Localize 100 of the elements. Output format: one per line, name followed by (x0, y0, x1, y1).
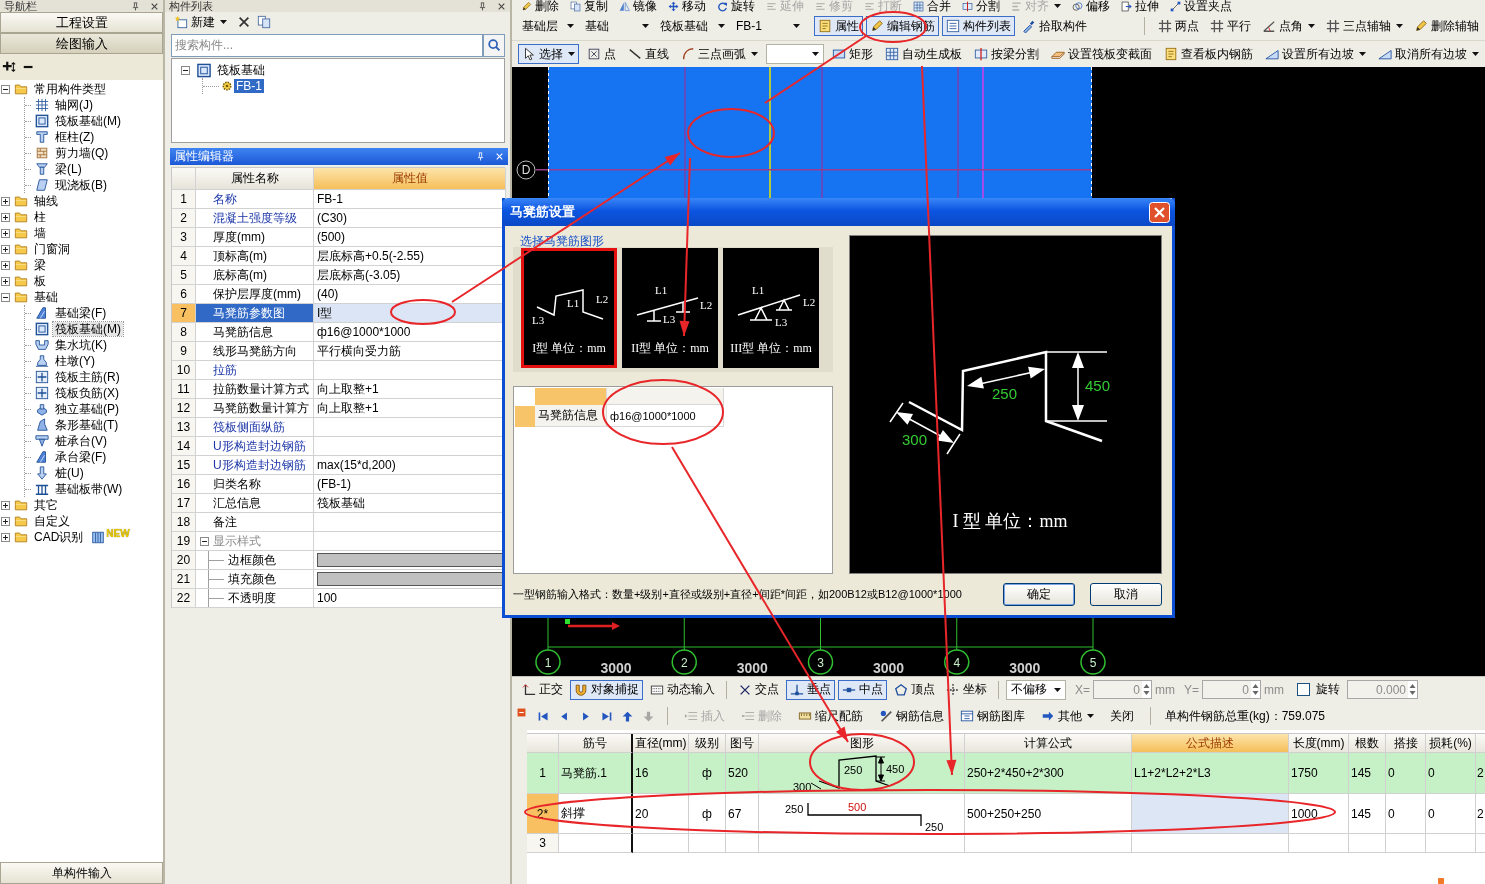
toolbar-button[interactable]: 删除辅轴 (1410, 16, 1483, 36)
toolbar-button[interactable]: 其他 (1037, 706, 1098, 726)
tree-item[interactable]: 门窗洞 (32, 242, 72, 256)
square-icon[interactable] (517, 708, 526, 717)
minus-box-icon[interactable] (200, 536, 209, 546)
tree-item[interactable]: 筏板主筋(R) (53, 370, 122, 384)
toolbar-button[interactable]: 对象捕捉 (570, 679, 643, 700)
color-swatch[interactable] (317, 572, 504, 586)
plus-box-icon[interactable] (1, 500, 10, 510)
column-header[interactable]: 直径(mm) (633, 734, 689, 753)
toolbar-button[interactable]: 中点 (838, 679, 887, 700)
shape-option[interactable]: L1 L2 L3 II型 单位：mm (622, 248, 718, 368)
toolbar-button[interactable]: 坐标 (942, 679, 991, 700)
column-header[interactable]: 级别 (689, 734, 726, 753)
tree-item[interactable]: 柱 (32, 210, 48, 224)
toolbar-button[interactable]: 取消所有边坡 (1374, 44, 1483, 64)
tree-item[interactable]: 现浇板(B) (53, 178, 109, 192)
toolbar-button[interactable]: 三点画弧 (677, 44, 762, 64)
tree-item[interactable]: 基础 (32, 290, 60, 304)
column-header[interactable]: 长度(mm) (1289, 734, 1349, 753)
toolbar-button[interactable]: 直线 (624, 44, 673, 64)
tree-item[interactable]: 筏板基础(M) (53, 322, 123, 336)
toolbar-button[interactable]: 选择 (518, 44, 579, 64)
column-header[interactable]: 属性名称 (196, 168, 314, 190)
toolbar-button[interactable]: 矩形 (828, 44, 877, 64)
tree-item[interactable]: 墙 (32, 226, 48, 240)
dialog-button[interactable]: 取消 (1090, 583, 1162, 606)
toolbar-button[interactable]: 设置夹点 (1168, 0, 1234, 12)
tree-item[interactable]: 梁(L) (53, 162, 84, 176)
toolbar-button[interactable]: 正交 (518, 679, 567, 700)
tree-item[interactable]: 桩(U) (53, 466, 86, 480)
plus-box-icon[interactable] (1, 516, 10, 526)
plus-box-icon[interactable] (1, 532, 10, 542)
dropdown-field[interactable] (766, 44, 824, 64)
module-button[interactable]: 工程设置 (0, 12, 163, 33)
tree-item[interactable]: 独立基础(P) (53, 402, 121, 416)
tree-item[interactable]: 轴线 (32, 194, 60, 208)
toolbar-button[interactable]: 动态输入 (646, 679, 719, 700)
toolbar-button[interactable]: 拉伸 (1119, 0, 1161, 12)
close-icon[interactable] (150, 1, 159, 11)
up-arrow-icon[interactable] (621, 709, 634, 723)
toolbar-button[interactable]: 偏移 (1070, 0, 1112, 12)
dropdown-field[interactable]: 基础层 (518, 16, 578, 36)
tree-item[interactable]: 基础板带(W) (53, 482, 125, 496)
plus-icon[interactable] (1, 60, 17, 74)
toolbar-button[interactable]: 拾取构件 (1018, 16, 1091, 36)
column-header[interactable]: 公式描述 (1132, 734, 1289, 753)
tree-item[interactable]: 常用构件类型 (32, 82, 108, 96)
toolbar-button[interactable]: 平行 (1206, 16, 1255, 36)
toolbar-button[interactable]: 自动生成板 (881, 44, 966, 64)
toolbar-button[interactable]: 关闭 (1106, 706, 1138, 726)
column-header[interactable]: 图号 (726, 734, 759, 753)
plus-box-icon[interactable] (1, 196, 10, 206)
toolbar-button[interactable]: 三点辅轴 (1322, 16, 1407, 36)
cross-icon[interactable] (237, 15, 251, 29)
tree-item[interactable]: 其它 (32, 498, 60, 512)
shape-option[interactable]: L1 L2 L3 III型 单位：mm (723, 248, 819, 368)
toolbar-button[interactable]: 点角 (1258, 16, 1319, 36)
tree-item[interactable]: 集水坑(K) (53, 338, 109, 352)
tree-item[interactable]: CAD识别 (32, 530, 86, 544)
plus-box-icon[interactable] (1, 276, 10, 286)
skip-forward-icon[interactable] (600, 709, 613, 723)
rotate-checkbox[interactable] (1297, 683, 1311, 696)
tree-item[interactable]: FB-1 (234, 79, 264, 93)
tree-item[interactable]: 筏板负筋(X) (53, 386, 121, 400)
skip-back-icon[interactable] (537, 709, 550, 723)
column-header[interactable]: 根数 (1349, 734, 1386, 753)
toolbar-button[interactable]: 两点 (1154, 16, 1203, 36)
dialog-button[interactable]: 确定 (1003, 583, 1075, 606)
tree-item[interactable]: 承台梁(F) (53, 450, 109, 464)
toolbar-button[interactable]: 设置所有边坡 (1261, 44, 1370, 64)
tree-item[interactable]: 剪力墙(Q) (53, 146, 111, 160)
toolbar-button[interactable]: 设置筏板变截面 (1047, 44, 1156, 64)
dropdown-field[interactable]: 筏板基础 (656, 16, 729, 36)
plus-box-icon[interactable] (1, 260, 10, 270)
minus-box-icon[interactable] (181, 65, 190, 75)
tree-item[interactable]: 筏板基础(M) (53, 114, 123, 128)
search-button[interactable] (483, 33, 505, 57)
toolbar-button[interactable]: 旋转 (715, 0, 757, 12)
toolbar-button[interactable]: 删除 (519, 0, 561, 12)
dropdown-field[interactable]: 不偏移 (1006, 679, 1066, 700)
tree-item[interactable]: 筏板基础 (215, 63, 267, 77)
toolbar-button[interactable]: 按梁分割 (970, 44, 1043, 64)
close-icon[interactable] (497, 1, 506, 11)
dropdown-field[interactable]: 基础 (581, 16, 653, 36)
plus-box-icon[interactable] (1, 228, 10, 238)
plus-box-icon[interactable] (1, 244, 10, 254)
column-header[interactable]: 属性值 (314, 168, 506, 190)
tree-item[interactable]: 基础梁(F) (53, 306, 109, 320)
search-field[interactable]: 搜索构件... (171, 33, 483, 57)
toolbar-button[interactable]: 合并 (911, 0, 953, 12)
info-field[interactable]: ф16@1000*1000 (607, 405, 724, 427)
tree-item[interactable]: 桩承台(V) (53, 434, 109, 448)
toolbar-button[interactable]: 复制 (568, 0, 610, 12)
dropdown-field[interactable]: FB-1 (732, 16, 804, 36)
tree-item[interactable]: 轴网(J) (53, 98, 95, 112)
pin-icon[interactable] (131, 1, 140, 11)
toolbar-button[interactable]: 属性 (814, 16, 863, 36)
column-header[interactable]: 搭接 (1386, 734, 1426, 753)
tree-item[interactable]: 自定义 (32, 514, 72, 528)
